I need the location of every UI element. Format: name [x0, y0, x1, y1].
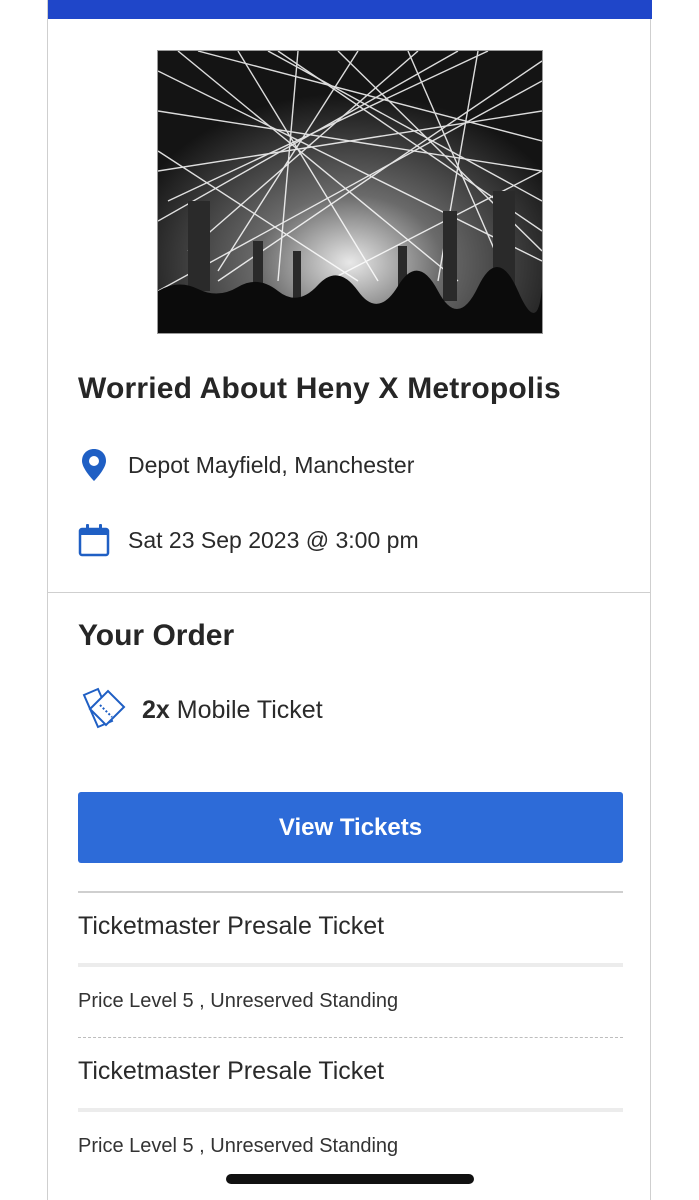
ticket-divider [78, 963, 623, 967]
ticket-divider [78, 1108, 623, 1112]
section-divider [48, 592, 650, 593]
ticket-summary: 2x Mobile Ticket [78, 685, 323, 736]
view-tickets-button[interactable]: View Tickets [78, 792, 623, 863]
ticket-detail: Price Level 5 , Unreserved Standing [78, 990, 399, 1012]
ticket-quantity: 2x [142, 696, 170, 724]
venue-text: Depot Mayfield, Manchester [128, 451, 415, 478]
home-indicator [226, 1174, 474, 1184]
ticket-name: Ticketmaster Presale Ticket [78, 912, 385, 940]
ticket-detail: Price Level 5 , Unreserved Standing [78, 1135, 399, 1157]
event-title: Worried About Heny X Metropolis [78, 372, 561, 405]
map-pin-icon [78, 447, 110, 483]
header-banner [48, 0, 652, 19]
event-image [157, 50, 543, 334]
ticket-type: Mobile Ticket [176, 696, 323, 724]
datetime-text: Sat 23 Sep 2023 @ 3:00 pm [128, 526, 419, 553]
ticket-icon [78, 685, 126, 736]
ticket-summary-text: 2x Mobile Ticket [142, 696, 323, 725]
event-card: Worried About Heny X Metropolis Depot Ma… [47, 0, 652, 1200]
ticket-separator [78, 1037, 623, 1038]
order-title: Your Order [78, 619, 235, 652]
date-row: Sat 23 Sep 2023 @ 3:00 pm [78, 522, 419, 558]
ticket-name: Ticketmaster Presale Ticket [78, 1057, 385, 1085]
list-divider [78, 891, 623, 893]
venue-row: Depot Mayfield, Manchester [78, 447, 414, 483]
calendar-icon [78, 522, 110, 558]
